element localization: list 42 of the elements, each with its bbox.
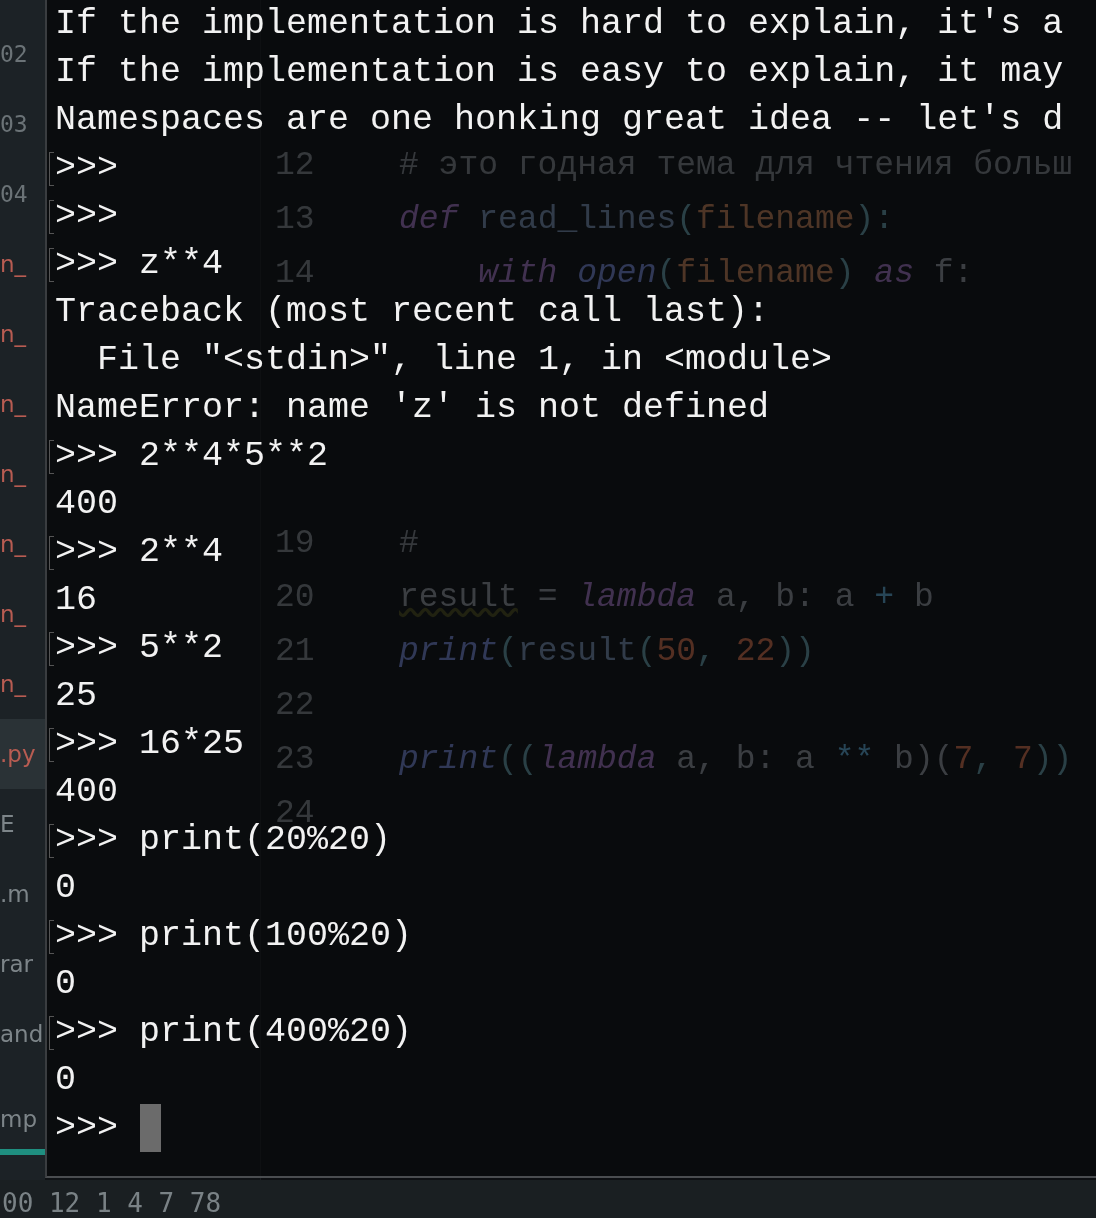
file-item[interactable]: .py — [0, 719, 45, 789]
line-number: 04 — [0, 180, 29, 209]
terminal-output: 0 — [55, 868, 76, 908]
terminal-output: 400 — [55, 484, 118, 524]
terminal-prompt: >>> print(100%20) — [55, 916, 413, 956]
terminal-output: Traceback (most recent call last): — [55, 292, 770, 332]
terminal-prompt: >>> z**4 — [55, 244, 224, 284]
sidebar-label: E — [0, 810, 16, 839]
terminal-output: File "<stdin>", line 1, in <module> — [96, 340, 833, 380]
terminal-prompt: >>> 2**4*5**2 — [55, 436, 329, 476]
file-item[interactable]: n_ — [0, 229, 45, 299]
terminal-output: Namespaces are one honking great idea -- let's d — [55, 100, 1064, 140]
terminal-output: 0 — [55, 964, 76, 1004]
sidebar-label: .m — [0, 880, 31, 909]
terminal-output: 0 — [55, 1060, 76, 1100]
file-item[interactable]: n_ — [0, 649, 45, 719]
terminal-prompt: >>> — [55, 148, 118, 188]
status-text: 00 12 1 4 7 78 — [1, 1188, 222, 1218]
terminal-output: If the implementation is hard to explain, it's a — [55, 4, 1064, 44]
terminal-prompt: >>> 16*25 — [55, 724, 245, 764]
code-line: # — [399, 524, 419, 562]
file-item[interactable]: n_ — [0, 439, 45, 509]
terminal-output: 16 — [55, 580, 97, 620]
file-item[interactable]: n_ — [0, 369, 45, 439]
code-line: def read_lines(filename): — [399, 200, 895, 238]
terminal-prompt: >>> print(400%20) — [55, 1012, 413, 1052]
terminal-prompt: >>> — [55, 196, 118, 236]
sidebar-label: rar — [0, 950, 34, 979]
terminal-prompt: >>> — [55, 1108, 118, 1148]
file-item[interactable]: n_ — [0, 299, 45, 369]
terminal-prompt: >>> 2**4 — [55, 532, 224, 572]
code-line: print(result(50, 22)) — [399, 632, 815, 670]
line-number: 02 — [0, 40, 29, 69]
terminal-output: 25 — [55, 676, 97, 716]
file-item[interactable]: n_ — [0, 579, 45, 649]
terminal-output: NameError: name 'z' is not defined — [55, 388, 770, 428]
terminal-output: 400 — [55, 772, 118, 812]
terminal-prompt: >>> 5**2 — [55, 628, 224, 668]
file-item[interactable]: n_ — [0, 509, 45, 579]
sidebar-label: and — [0, 1020, 45, 1049]
line-number: 03 — [0, 110, 29, 139]
terminal-output: If the implementation is easy to explain, it may — [55, 52, 1064, 92]
